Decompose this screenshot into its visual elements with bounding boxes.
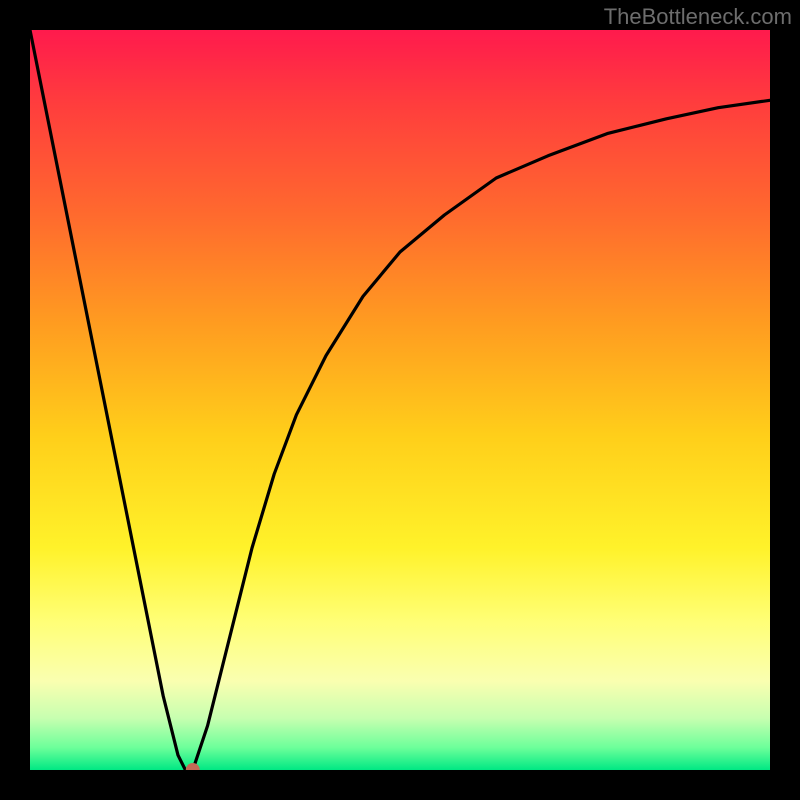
bottleneck-curve bbox=[30, 30, 770, 770]
chart-frame: TheBottleneck.com bbox=[0, 0, 800, 800]
curve-svg bbox=[30, 30, 770, 770]
optimal-point-marker bbox=[186, 763, 200, 770]
plot-area bbox=[30, 30, 770, 770]
watermark-text: TheBottleneck.com bbox=[604, 4, 792, 30]
